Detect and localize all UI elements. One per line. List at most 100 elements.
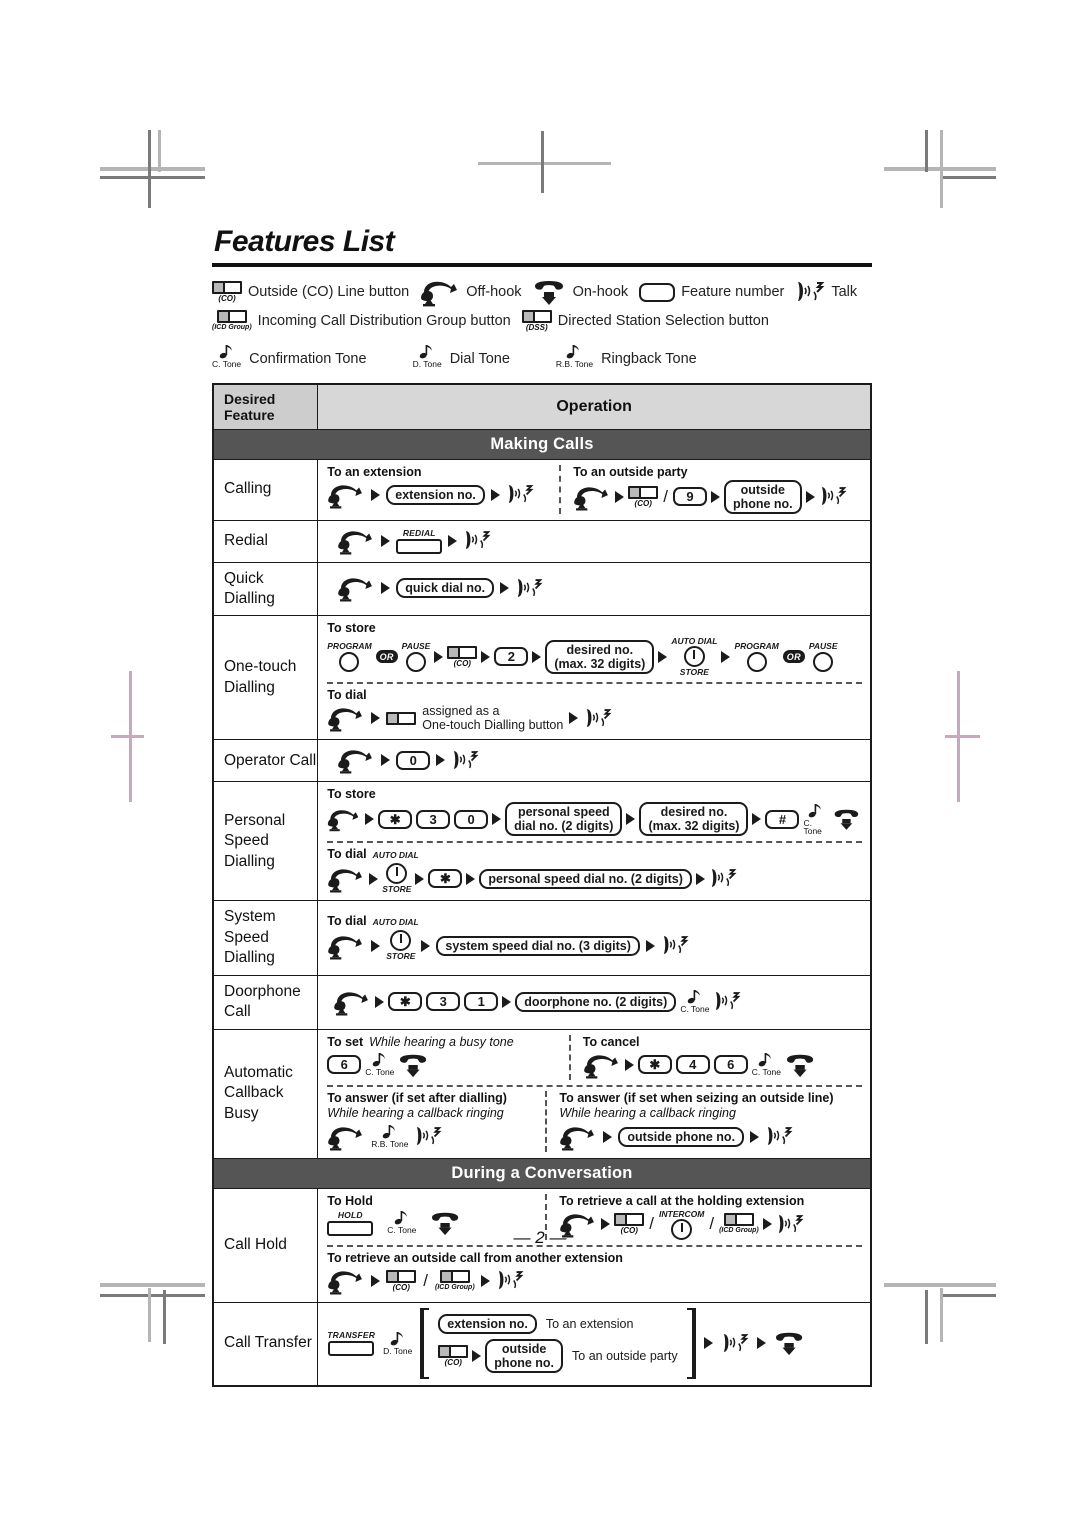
legend-on-hook: On-hook: [533, 277, 628, 307]
call-transfer-option-outside: (CO) outside phone no. To an outside par…: [438, 1338, 678, 1373]
table-row: Operator Call 0: [212, 739, 872, 783]
arrow-icon: [721, 650, 731, 663]
legend-talk-label: Talk: [831, 284, 858, 300]
callback-cancel-label: To cancel: [582, 1034, 640, 1049]
legend-feature-number-label: Feature number: [681, 284, 785, 300]
off-hook-icon: [338, 530, 373, 554]
callback-answer2-label: To answer (if set when seizing an outsid…: [559, 1090, 834, 1105]
auto-dial-store-button-icon: STORE: [382, 863, 411, 894]
tone-note-icon: C. Tone: [365, 1052, 394, 1077]
off-hook-icon: [338, 750, 373, 774]
arrow-icon: [375, 995, 385, 1008]
call-hold-retrieve-label: To retrieve a call at the holding extens…: [559, 1193, 805, 1208]
arrow-icon: [448, 534, 458, 547]
arrow-icon: [381, 754, 391, 767]
on-hook-icon: [835, 810, 859, 831]
arrow-icon: [481, 650, 491, 663]
call-transfer-bracket-group: extension no. To an extension (CO) outsi…: [420, 1307, 696, 1379]
arrow-icon: [492, 813, 502, 826]
talk-icon: [453, 750, 478, 770]
personal-speed-store-label: To store: [327, 787, 376, 802]
tone-note-icon: R.B. Tone: [556, 344, 593, 369]
call-hold-retrieve-other-branch: To retrieve an outside call from another…: [327, 1251, 862, 1296]
off-hook-icon: [338, 578, 373, 602]
crop-mark-tr-v-outer: [925, 130, 928, 172]
feature-call-transfer: Call Transfer: [212, 1301, 319, 1387]
off-hook-icon: [328, 708, 363, 732]
arrow-icon: [480, 1274, 490, 1287]
key-star: ✱: [388, 992, 423, 1012]
tone-note-icon: R.B. Tone: [371, 1124, 408, 1149]
operation-system-speed-dialling: To dial AUTO DIAL STORE system speed dia…: [317, 900, 872, 976]
key-4: 4: [675, 1055, 710, 1075]
key-6: 6: [713, 1055, 748, 1075]
arrow-icon: [658, 650, 668, 663]
redial-caption: REDIAL: [402, 527, 436, 538]
or-badge-icon: OR: [375, 650, 398, 664]
tone-note-icon: C. Tone: [680, 989, 709, 1014]
talk-icon: [497, 1270, 522, 1291]
table-header-row: Desired Feature Operation: [212, 383, 872, 430]
table-row: Quick Dialling quick dial no.: [212, 561, 872, 617]
operation-doorphone-call: ✱ 3 1 doorphone no. (2 digits) C. Tone: [317, 974, 872, 1030]
crop-mark-left-center-h: [111, 735, 144, 738]
one-touch-store-label: To store: [327, 621, 376, 636]
arrow-icon: [381, 534, 391, 547]
off-hook-icon: [328, 935, 363, 960]
arrow-icon: [532, 650, 542, 663]
arrow-icon: [436, 754, 446, 767]
outside-phone-no-pill: outside phone no.: [485, 1338, 564, 1373]
talk-icon: [715, 991, 740, 1012]
call-transfer-opt1-text: To an extension: [545, 1316, 634, 1331]
crop-mark-right-center-h: [945, 735, 980, 738]
icd-group-button-icon: (ICD Group): [212, 310, 252, 332]
arrow-icon: [703, 1337, 713, 1350]
auto-dial-store-button-icon: AUTO DIAL STORE: [671, 636, 718, 678]
calling-extension-branch: To an extension extension no.: [327, 465, 559, 514]
operation-personal-speed-dialling: To store ✱ 3 0 personal speed dial no. (…: [317, 781, 872, 902]
co-caption: (CO): [634, 498, 652, 508]
dss-button-caption: (DSS): [525, 323, 548, 332]
legend-icd-group-button: (ICD Group) Incoming Call Distribution G…: [212, 310, 511, 332]
arrow-icon: [603, 1130, 613, 1143]
operation-call-transfer: TRANSFER D. Tone extension no. To an ext…: [317, 1301, 872, 1387]
crop-mark-bl-h-outer: [100, 1294, 205, 1297]
co-line-button-icon: (CO): [438, 1344, 469, 1367]
arrow-icon: [369, 872, 379, 885]
operation-operator-call: 0: [317, 739, 872, 783]
desired-no-pill: desired no. (max. 32 digits): [545, 639, 655, 674]
tone-note-icon: C. Tone: [803, 803, 829, 836]
call-transfer-opt2-text: To an outside party: [572, 1348, 678, 1363]
redial-button-icon: REDIAL: [396, 527, 443, 554]
talk-icon: [797, 281, 824, 302]
system-speed-dial-no-pill: system speed dial no. (3 digits): [436, 935, 640, 956]
off-hook-icon: [583, 1055, 618, 1079]
arrow-icon: [466, 872, 476, 885]
one-touch-assign-text: assigned as a One-touch Dialling button: [422, 704, 564, 733]
dashed-divider: [327, 1084, 862, 1087]
auto-dial-store-button-icon: AUTO DIAL: [372, 849, 419, 860]
key-hash: #: [765, 809, 800, 829]
title-rule: [212, 263, 872, 267]
extension-no-pill: extension no.: [438, 1313, 537, 1334]
desired-no-pill: desired no. (max. 32 digits): [639, 802, 749, 837]
dial-tone-caption: D. Tone: [412, 359, 442, 369]
talk-icon: [662, 935, 688, 955]
key-2: 2: [494, 647, 529, 667]
tone-note-icon: C. Tone: [212, 344, 241, 369]
extension-no-pill: extension no.: [386, 484, 485, 505]
legend-off-hook-label: Off-hook: [466, 284, 522, 300]
legend: (CO) Outside (CO) Line button Off-hook O…: [212, 276, 872, 369]
page-content: Features List (CO) Outside (CO) Line but…: [212, 225, 872, 1387]
section-row-during-conversation: During a Conversation: [212, 1157, 872, 1189]
legend-ringback-tone-label: Ringback Tone: [601, 350, 697, 367]
personal-speed-dial-no-pill: personal speed dial no. (2 digits): [479, 868, 692, 889]
key-9: 9: [672, 487, 707, 506]
call-hold-retrieve2-label: To retrieve an outside call from another…: [327, 1250, 623, 1265]
operation-calling: To an extension extension no. To an outs…: [317, 458, 872, 521]
talk-icon: [766, 1126, 792, 1147]
legend-confirmation-tone-label: Confirmation Tone: [249, 350, 367, 367]
section-title-during-conversation: During a Conversation: [212, 1157, 872, 1189]
tone-note-icon: D. Tone: [413, 344, 442, 369]
or-badge-icon: OR: [782, 650, 805, 664]
